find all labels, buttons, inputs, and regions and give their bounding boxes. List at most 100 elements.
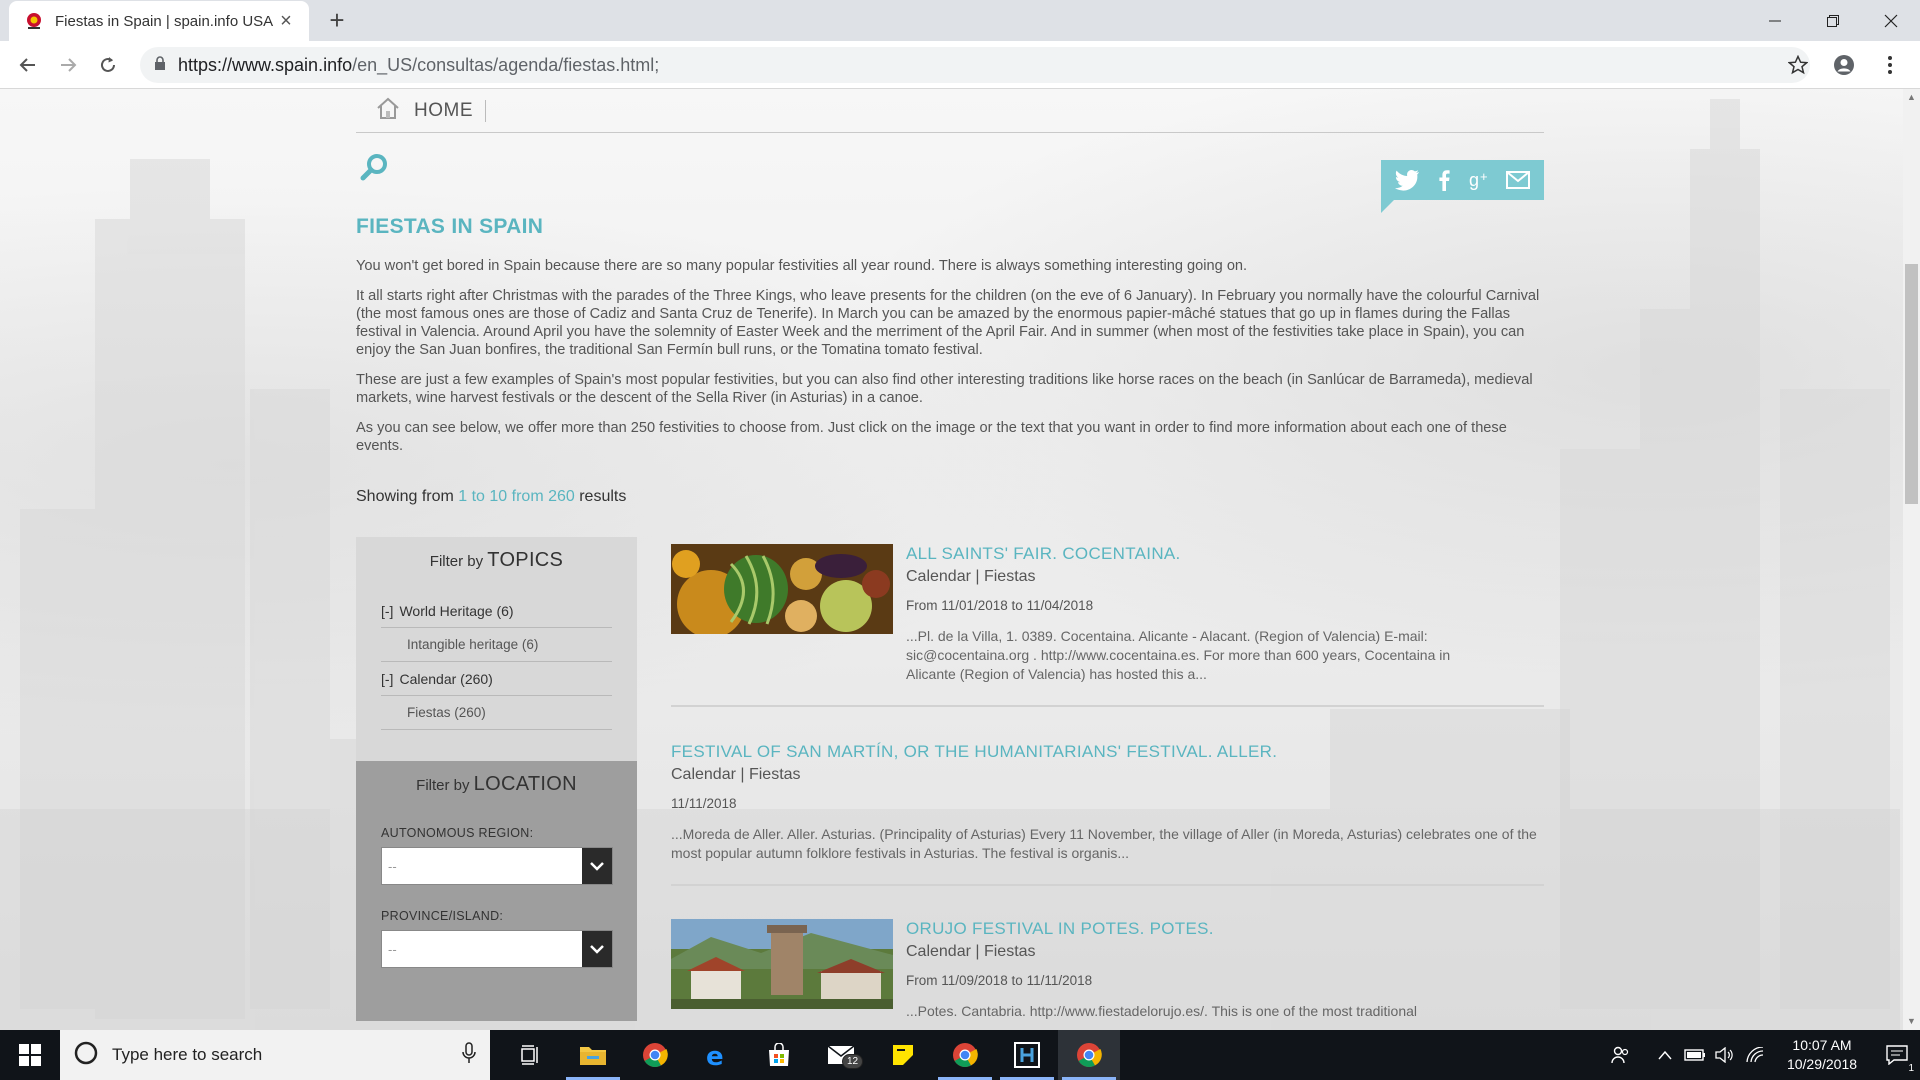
store-icon[interactable] [748, 1030, 810, 1080]
url-text: https://www.spain.info/en_US/consultas/a… [178, 55, 1796, 76]
scroll-up-icon[interactable]: ▲ [1903, 89, 1920, 106]
intro-paragraph: These are just a few examples of Spain's… [356, 372, 1533, 406]
topic-world-heritage[interactable]: [-] World Heritage (6) [381, 594, 612, 628]
scroll-down-icon[interactable]: ▼ [1903, 1013, 1920, 1030]
notification-center-icon[interactable]: 1 [1874, 1030, 1920, 1080]
taskbar-clock[interactable]: 10:07 AM 10/29/2018 [1778, 1036, 1866, 1074]
topic-fiestas[interactable]: Fiestas (260) [381, 696, 612, 730]
address-bar: https://www.spain.info/en_US/consultas/a… [0, 41, 1920, 89]
intro-text: You won't get bored in Spain because the… [356, 257, 1544, 467]
browser-tab[interactable]: Fiestas in Spain | spain.info USA × [9, 1, 309, 41]
result-category: Calendar | Fiestas [671, 766, 801, 783]
province-label: PROVINCE/ISLAND: [381, 909, 504, 923]
svg-text:e: e [706, 1042, 724, 1068]
url-path: /en_US/consultas/agenda/fiestas.html; [352, 54, 660, 75]
page-scrollbar[interactable]: ▲ ▼ [1903, 89, 1920, 1030]
topic-calendar[interactable]: [-] Calendar (260) [381, 662, 612, 696]
google-plus-icon[interactable]: g + [1465, 165, 1497, 195]
region-select-value: -- [388, 858, 397, 874]
wifi-icon[interactable] [1740, 1030, 1770, 1080]
email-icon[interactable] [1502, 165, 1534, 195]
window-controls [1746, 0, 1920, 41]
topic-label: Calendar (260) [399, 670, 493, 687]
mail-badge: 12 [842, 1054, 864, 1069]
svg-text:+: + [1480, 169, 1488, 184]
app-window-icon[interactable] [996, 1030, 1058, 1080]
close-window-icon[interactable] [1862, 0, 1920, 41]
result-body: ORUJO FESTIVAL IN POTES. POTES. Calendar… [906, 919, 1496, 1021]
results-count: Showing from 1 to 10 from 260 results [356, 488, 626, 506]
province-select-value: -- [388, 941, 397, 957]
search-icon[interactable] [358, 151, 392, 185]
bookmark-star-icon[interactable] [1780, 47, 1816, 83]
home-icon[interactable] [376, 97, 400, 124]
result-image-fruit[interactable] [671, 544, 893, 634]
result-body: ALL SAINTS' FAIR. COCENTAINA. Calendar |… [906, 544, 1496, 684]
collapse-toggle[interactable]: [-] [381, 603, 393, 619]
tab-title: Fiestas in Spain | spain.info USA [55, 12, 274, 30]
taskbar-search-box[interactable]: Type here to search [60, 1030, 490, 1080]
twitter-icon[interactable] [1391, 165, 1423, 195]
result-date: From 11/09/2018 to 11/11/2018 [906, 973, 1093, 988]
people-icon[interactable] [1606, 1030, 1636, 1080]
share-bar: g + [1381, 160, 1544, 200]
filter-sidebar: Filter by TOPICS [-] World Heritage (6) I… [356, 537, 637, 1021]
collapse-toggle[interactable]: [-] [381, 671, 393, 687]
chrome-icon[interactable] [624, 1030, 686, 1080]
page-viewport: HOME g + FIESTAS IN SPAIN You won't get b… [0, 89, 1920, 1030]
results-count-suffix: results [574, 488, 627, 505]
edge-icon[interactable]: e [686, 1030, 748, 1080]
result-body: FESTIVAL OF SAN MARTÍN, OR THE HUMANITAR… [671, 742, 1544, 863]
chrome-window-icon[interactable] [934, 1030, 996, 1080]
result-title-link[interactable]: ORUJO FESTIVAL IN POTES. POTES. [906, 919, 1496, 939]
province-select[interactable]: -- [381, 930, 613, 968]
minimize-icon[interactable] [1746, 0, 1804, 41]
breadcrumb: HOME [356, 89, 1544, 133]
browser-menu-icon[interactable] [1872, 47, 1908, 83]
chevron-down-icon[interactable] [582, 848, 612, 884]
topic-label: Fiestas (260) [407, 705, 486, 720]
battery-icon[interactable] [1680, 1030, 1710, 1080]
volume-icon[interactable] [1710, 1030, 1740, 1080]
url-field[interactable]: https://www.spain.info/en_US/consultas/a… [140, 47, 1810, 83]
microphone-icon[interactable] [462, 1041, 476, 1069]
results-count-prefix: Showing from [356, 488, 459, 505]
result-date: 11/11/2018 [671, 796, 737, 811]
topics-filter: Filter by TOPICS [-] World Heritage (6) I… [356, 537, 637, 761]
results-range: 1 to 10 from 260 [458, 488, 575, 505]
tab-close-icon[interactable]: × [275, 10, 297, 33]
chevron-down-icon[interactable] [582, 931, 612, 967]
result-excerpt: ...Moreda de Aller. Aller. Asturias. (Pr… [671, 826, 1537, 861]
new-tab-button[interactable]: + [320, 5, 354, 37]
region-select[interactable]: -- [381, 847, 613, 885]
file-explorer-icon[interactable] [562, 1030, 624, 1080]
chrome-active-icon[interactable] [1058, 1030, 1120, 1080]
taskbar-search-placeholder: Type here to search [112, 1045, 263, 1064]
windows-start-icon[interactable] [0, 1030, 60, 1080]
reload-icon[interactable] [88, 45, 128, 85]
task-view-icon[interactable] [500, 1030, 562, 1080]
topic-intangible-heritage[interactable]: Intangible heritage (6) [381, 628, 612, 662]
taskbar: Type here to search e 12 10:07 AM 10/29/… [0, 1030, 1920, 1080]
chevron-up-icon[interactable] [1650, 1030, 1680, 1080]
restore-icon[interactable] [1804, 0, 1862, 41]
filter-by-label: Filter by [429, 553, 488, 570]
result-title-link[interactable]: FESTIVAL OF SAN MARTÍN, OR THE HUMANITAR… [671, 742, 1544, 762]
location-filter-heading: Filter by LOCATION [381, 773, 612, 796]
home-link[interactable]: HOME [414, 99, 486, 122]
mail-icon[interactable]: 12 [810, 1030, 872, 1080]
result-excerpt: ...Pl. de la Villa, 1. 0389. Cocentaina.… [906, 628, 1451, 682]
system-tray: 10:07 AM 10/29/2018 1 [1606, 1030, 1920, 1080]
forward-arrow-icon[interactable] [48, 45, 88, 85]
intro-paragraph: As you can see below, we offer more than… [356, 420, 1507, 454]
scrollbar-thumb[interactable] [1905, 264, 1918, 504]
back-arrow-icon[interactable] [8, 45, 48, 85]
spain-info-favicon-icon [23, 10, 45, 32]
facebook-icon[interactable] [1428, 165, 1460, 195]
profile-avatar-icon[interactable] [1826, 47, 1862, 83]
notification-count: 1 [1908, 1063, 1914, 1074]
result-title-link[interactable]: ALL SAINTS' FAIR. COCENTAINA. [906, 544, 1496, 564]
result-image-potes[interactable] [671, 919, 893, 1009]
page-title: FIESTAS IN SPAIN [356, 215, 544, 238]
sticky-notes-icon[interactable] [872, 1030, 934, 1080]
